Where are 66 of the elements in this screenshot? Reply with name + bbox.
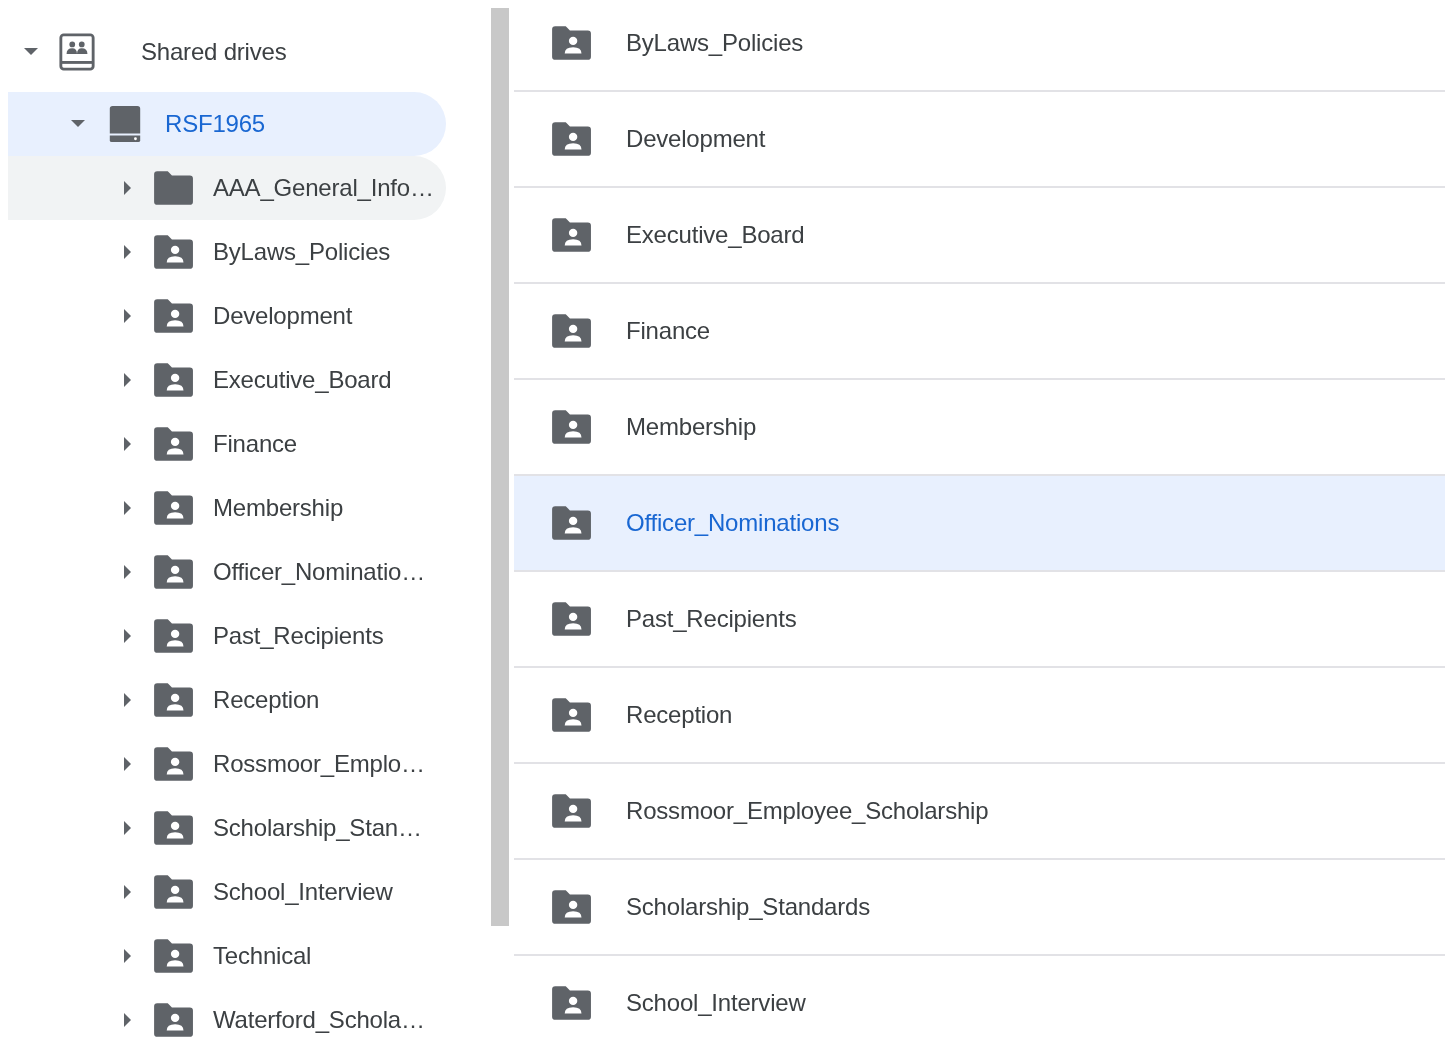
folder-row[interactable]: Development bbox=[514, 92, 1445, 188]
shared-folder-icon bbox=[152, 938, 194, 974]
folder-row[interactable]: Reception bbox=[514, 668, 1445, 764]
shared-folder-icon bbox=[152, 874, 194, 910]
folder-label[interactable]: ByLaws_Policies bbox=[213, 234, 391, 270]
shared-drives-icon bbox=[58, 33, 96, 71]
shared-folder-icon bbox=[550, 889, 592, 925]
folder-label[interactable]: School_Interview bbox=[213, 874, 393, 910]
folder-name: Executive_Board bbox=[626, 220, 805, 250]
shared-folder-icon bbox=[152, 234, 194, 270]
folder-name: ByLaws_Policies bbox=[626, 28, 804, 58]
selected-tree-row[interactable]: RSF1965 bbox=[8, 92, 446, 156]
folder-row[interactable]: Rossmoor_Employee_Scholarship bbox=[514, 764, 1445, 860]
folder-label[interactable]: Membership bbox=[213, 490, 344, 526]
shared-folder-icon bbox=[152, 810, 194, 846]
folder-row[interactable]: Scholarship_Standards bbox=[514, 860, 1445, 956]
folder-name: Development bbox=[626, 124, 766, 154]
shared-folder-icon bbox=[550, 121, 592, 157]
drive-label[interactable]: RSF1965 bbox=[165, 106, 265, 142]
shared-folder-icon bbox=[550, 601, 592, 637]
selected-folder-row[interactable]: Officer_Nominations bbox=[514, 476, 1445, 572]
shared-folder-icon bbox=[152, 426, 194, 462]
folder-label[interactable]: Officer_Nominatio… bbox=[213, 554, 426, 590]
shared-folder-icon bbox=[550, 217, 592, 253]
shared-folder-icon bbox=[550, 409, 592, 445]
folder-name: Rossmoor_Employee_Scholarship bbox=[626, 796, 989, 826]
tree-item-label[interactable]: Shared drives bbox=[141, 34, 287, 70]
folder-row[interactable]: Past_Recipients bbox=[514, 572, 1445, 668]
folder-row[interactable]: Executive_Board bbox=[514, 188, 1445, 284]
shared-folder-icon bbox=[152, 298, 194, 334]
shared-folder-icon bbox=[550, 505, 592, 541]
folder-label[interactable]: Reception bbox=[213, 682, 320, 718]
folder-row[interactable]: School_Interview bbox=[514, 956, 1445, 1046]
folder-row[interactable]: ByLaws_Policies bbox=[514, 0, 1445, 92]
folder-name: Finance bbox=[626, 316, 710, 346]
folder-label[interactable]: Rossmoor_Emplo… bbox=[213, 746, 425, 782]
shared-folder-icon bbox=[152, 490, 194, 526]
hovered-tree-row[interactable]: AAA_General_Info… bbox=[8, 156, 446, 220]
shared-folder-icon bbox=[152, 682, 194, 718]
shared-folder-icon bbox=[550, 313, 592, 349]
folder-name: Past_Recipients bbox=[626, 604, 797, 634]
folder-label[interactable]: Waterford_Schola… bbox=[213, 1002, 425, 1038]
folder-label[interactable]: Past_Recipients bbox=[213, 618, 384, 654]
shared-folder-icon bbox=[152, 618, 194, 654]
folder-name: Reception bbox=[626, 700, 733, 730]
shared-folder-icon bbox=[550, 985, 592, 1021]
shared-folder-icon bbox=[152, 1002, 194, 1038]
folder-name: School_Interview bbox=[626, 988, 806, 1018]
folder-label[interactable]: AAA_General_Info… bbox=[213, 170, 434, 206]
folder-name: Officer_Nominations bbox=[626, 508, 840, 538]
folder-name: Scholarship_Standards bbox=[626, 892, 870, 922]
folder-row[interactable]: Finance bbox=[514, 284, 1445, 380]
scrollbar-thumb[interactable] bbox=[491, 8, 509, 926]
folder-icon bbox=[152, 170, 194, 206]
shared-folder-icon bbox=[152, 362, 194, 398]
folder-label[interactable]: Development bbox=[213, 298, 353, 334]
shared-folder-icon bbox=[550, 793, 592, 829]
shared-folder-icon bbox=[550, 25, 592, 61]
folder-label[interactable]: Technical bbox=[213, 938, 312, 974]
shared-folder-icon bbox=[152, 554, 194, 590]
folder-label[interactable]: Scholarship_Stan… bbox=[213, 810, 422, 846]
shared-folder-icon bbox=[152, 746, 194, 782]
folder-name: Membership bbox=[626, 412, 757, 442]
folder-label[interactable]: Executive_Board bbox=[213, 362, 392, 398]
folder-label[interactable]: Finance bbox=[213, 426, 297, 462]
shared-folder-icon bbox=[550, 697, 592, 733]
